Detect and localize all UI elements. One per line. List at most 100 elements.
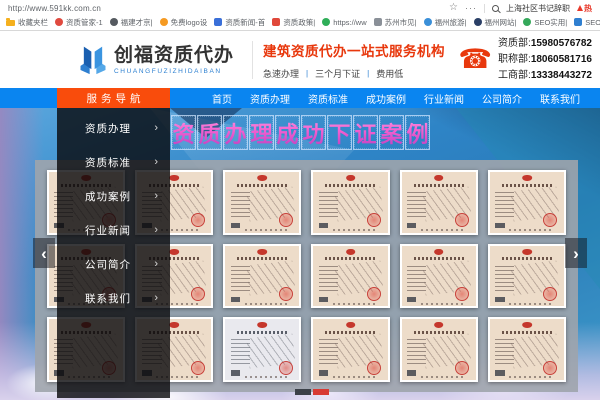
menu-dots-icon[interactable]: ··· <box>465 4 477 13</box>
nav-item-联系我们[interactable]: 联系我们 <box>540 91 580 106</box>
cert-ctitle <box>413 183 464 187</box>
submenu-arrow-icon: › <box>154 258 158 270</box>
site-logo-text[interactable]: 创福资质代办 CHUANGFUZIZHIDAIBAN <box>114 45 246 75</box>
cert-ctitle <box>325 330 376 334</box>
pagination-bar-inactive[interactable] <box>295 389 311 395</box>
bookmark-item[interactable]: SEO实用| <box>523 17 567 28</box>
cert-mini <box>406 370 417 376</box>
cert-seal <box>190 213 205 228</box>
hot-badge[interactable]: 热 <box>577 3 592 14</box>
chevron-right-icon: › <box>573 243 579 263</box>
certificate-thumb[interactable] <box>399 170 478 235</box>
certificate-thumb[interactable] <box>487 317 566 382</box>
cert-emblem <box>169 322 180 329</box>
bookmark-label: SEO代理| <box>585 17 600 27</box>
cert-mini <box>495 370 505 376</box>
certificate-thumb[interactable] <box>487 170 566 235</box>
bookmark-item[interactable]: 资质管家-1 <box>55 17 103 28</box>
cert-seal <box>455 213 470 228</box>
site-header: 创福资质代办 CHUANGFUZIZHIDAIBAN 建筑资质代办一站式服务机构… <box>0 31 600 88</box>
bookmark-icon <box>523 18 532 26</box>
certificate-thumb[interactable] <box>223 317 302 382</box>
pipe-divider: | <box>367 68 370 78</box>
bookmark-item[interactable]: 苏州市见| <box>373 17 417 28</box>
cert-mini <box>318 296 329 303</box>
bookmark-item[interactable]: 收藏夹栏 <box>6 17 48 28</box>
menu-item-公司简介[interactable]: 公司简介 › <box>57 247 170 281</box>
bookmark-item[interactable]: 资质新闻-首 <box>214 17 265 28</box>
phone-numbers: 资质部:15980576782 职称部:18060581716 工商部:133384… <box>498 36 592 83</box>
menu-item-成功案例[interactable]: 成功案例 › <box>57 179 170 213</box>
certificate-thumb[interactable] <box>399 243 478 309</box>
cert-bline <box>509 229 554 232</box>
divider <box>252 40 253 79</box>
menu-item-资质标准[interactable]: 资质标准 › <box>57 145 170 179</box>
bookmark-item[interactable]: 福州旅游| <box>423 17 467 28</box>
bookmark-icon <box>55 18 63 26</box>
cert-mini <box>230 296 241 303</box>
bookmark-star-icon[interactable]: ☆ <box>449 3 458 13</box>
cert-seal <box>278 213 293 228</box>
url-bar[interactable]: http://www.591kk.com.cn ☆ ··· 上海社区书记辞职 热 <box>0 0 600 14</box>
slogan-block: 建筑资质代办一站式服务机构 急速办理 | 三个月下证 | 费用低 <box>263 40 445 80</box>
browser-window: http://www.591kk.com.cn ☆ ··· 上海社区书记辞职 热… <box>0 0 600 400</box>
nav-item-首页[interactable]: 首页 <box>212 91 232 106</box>
search-icon[interactable] <box>492 4 499 12</box>
site-logo-icon <box>80 46 106 74</box>
carousel-prev-button[interactable]: ‹ <box>33 238 55 268</box>
slogan-point: 三个月下证 <box>315 68 361 79</box>
bookmark-item[interactable]: https://ww <box>322 18 367 27</box>
url-text[interactable]: http://www.591kk.com.cn <box>8 4 101 13</box>
bookmark-label: 免费logo设 <box>170 17 208 27</box>
bookmark-item[interactable]: 免费logo设 <box>159 17 208 28</box>
nav-item-公司简介[interactable]: 公司简介 <box>482 91 522 106</box>
cert-mini <box>495 296 505 303</box>
bookmark-icon <box>109 18 118 26</box>
certificate-thumb[interactable] <box>311 317 390 382</box>
hero-slide: 资质办理成功下证案例 ‹ › 资质办理 › 资质标准 › 成功案例 › 行业新闻 › 公司简介 ›… <box>0 108 600 400</box>
cert-emblem <box>169 175 180 182</box>
cert-ctitle <box>325 257 376 261</box>
certificate-thumb[interactable] <box>223 170 302 235</box>
cert-emblem <box>433 322 444 329</box>
bookmark-label: 福州网站| <box>484 17 517 27</box>
submenu-arrow-icon: › <box>154 156 158 168</box>
nav-item-资质办理[interactable]: 资质办理 <box>250 91 290 106</box>
cert-mini <box>318 370 329 376</box>
cert-emblem <box>522 322 532 329</box>
slogan-main: 建筑资质代办一站式服务机构 <box>263 43 445 59</box>
cert-emblem <box>433 175 444 182</box>
bookmark-item[interactable]: 福州网站| <box>473 17 517 28</box>
bookmarks-bar[interactable]: 收藏夹栏 资质管家-1 福建才京| 免费logo设 资质新闻-首 资质政策| https:/… <box>0 14 600 30</box>
menu-item-行业新闻[interactable]: 行业新闻 › <box>57 213 170 247</box>
phone-number: 13338443272 <box>530 70 592 81</box>
divider <box>484 3 485 13</box>
bookmark-item[interactable]: 资质政策| <box>272 17 315 28</box>
menu-item-资质办理[interactable]: 资质办理 › <box>57 111 170 145</box>
certificate-thumb[interactable] <box>399 317 478 382</box>
cert-seal <box>543 360 558 375</box>
site-subtitle: CHUANGFUZIZHIDAIBAN <box>114 67 222 75</box>
cert-emblem <box>257 322 268 329</box>
trending-search-text[interactable]: 上海社区书记辞职 <box>506 3 570 14</box>
certificate-thumb[interactable] <box>311 243 390 309</box>
service-nav-button[interactable]: 服务导航 <box>57 88 170 108</box>
menu-item-label: 成功案例 <box>85 190 131 203</box>
title-char: 资 <box>171 115 196 150</box>
bookmark-icon <box>574 18 583 26</box>
phone-icon: ☎ <box>458 43 493 75</box>
certificate-thumb[interactable] <box>311 170 390 235</box>
certificate-thumb[interactable] <box>487 243 566 309</box>
nav-item-资质标准[interactable]: 资质标准 <box>308 91 348 106</box>
carousel-next-button[interactable]: › <box>565 238 587 268</box>
cert-bline <box>244 376 290 379</box>
bookmark-item[interactable]: SEO代理| <box>574 17 600 28</box>
menu-item-联系我们[interactable]: 联系我们 › <box>57 281 170 315</box>
nav-item-成功案例[interactable]: 成功案例 <box>366 91 406 106</box>
pagination-bar-active[interactable] <box>313 389 329 395</box>
pipe-divider: | <box>306 68 309 78</box>
bookmark-item[interactable]: 福建才京| <box>109 17 153 28</box>
bookmark-icon <box>272 18 281 26</box>
certificate-thumb[interactable] <box>223 243 302 309</box>
nav-item-行业新闻[interactable]: 行业新闻 <box>424 91 464 106</box>
